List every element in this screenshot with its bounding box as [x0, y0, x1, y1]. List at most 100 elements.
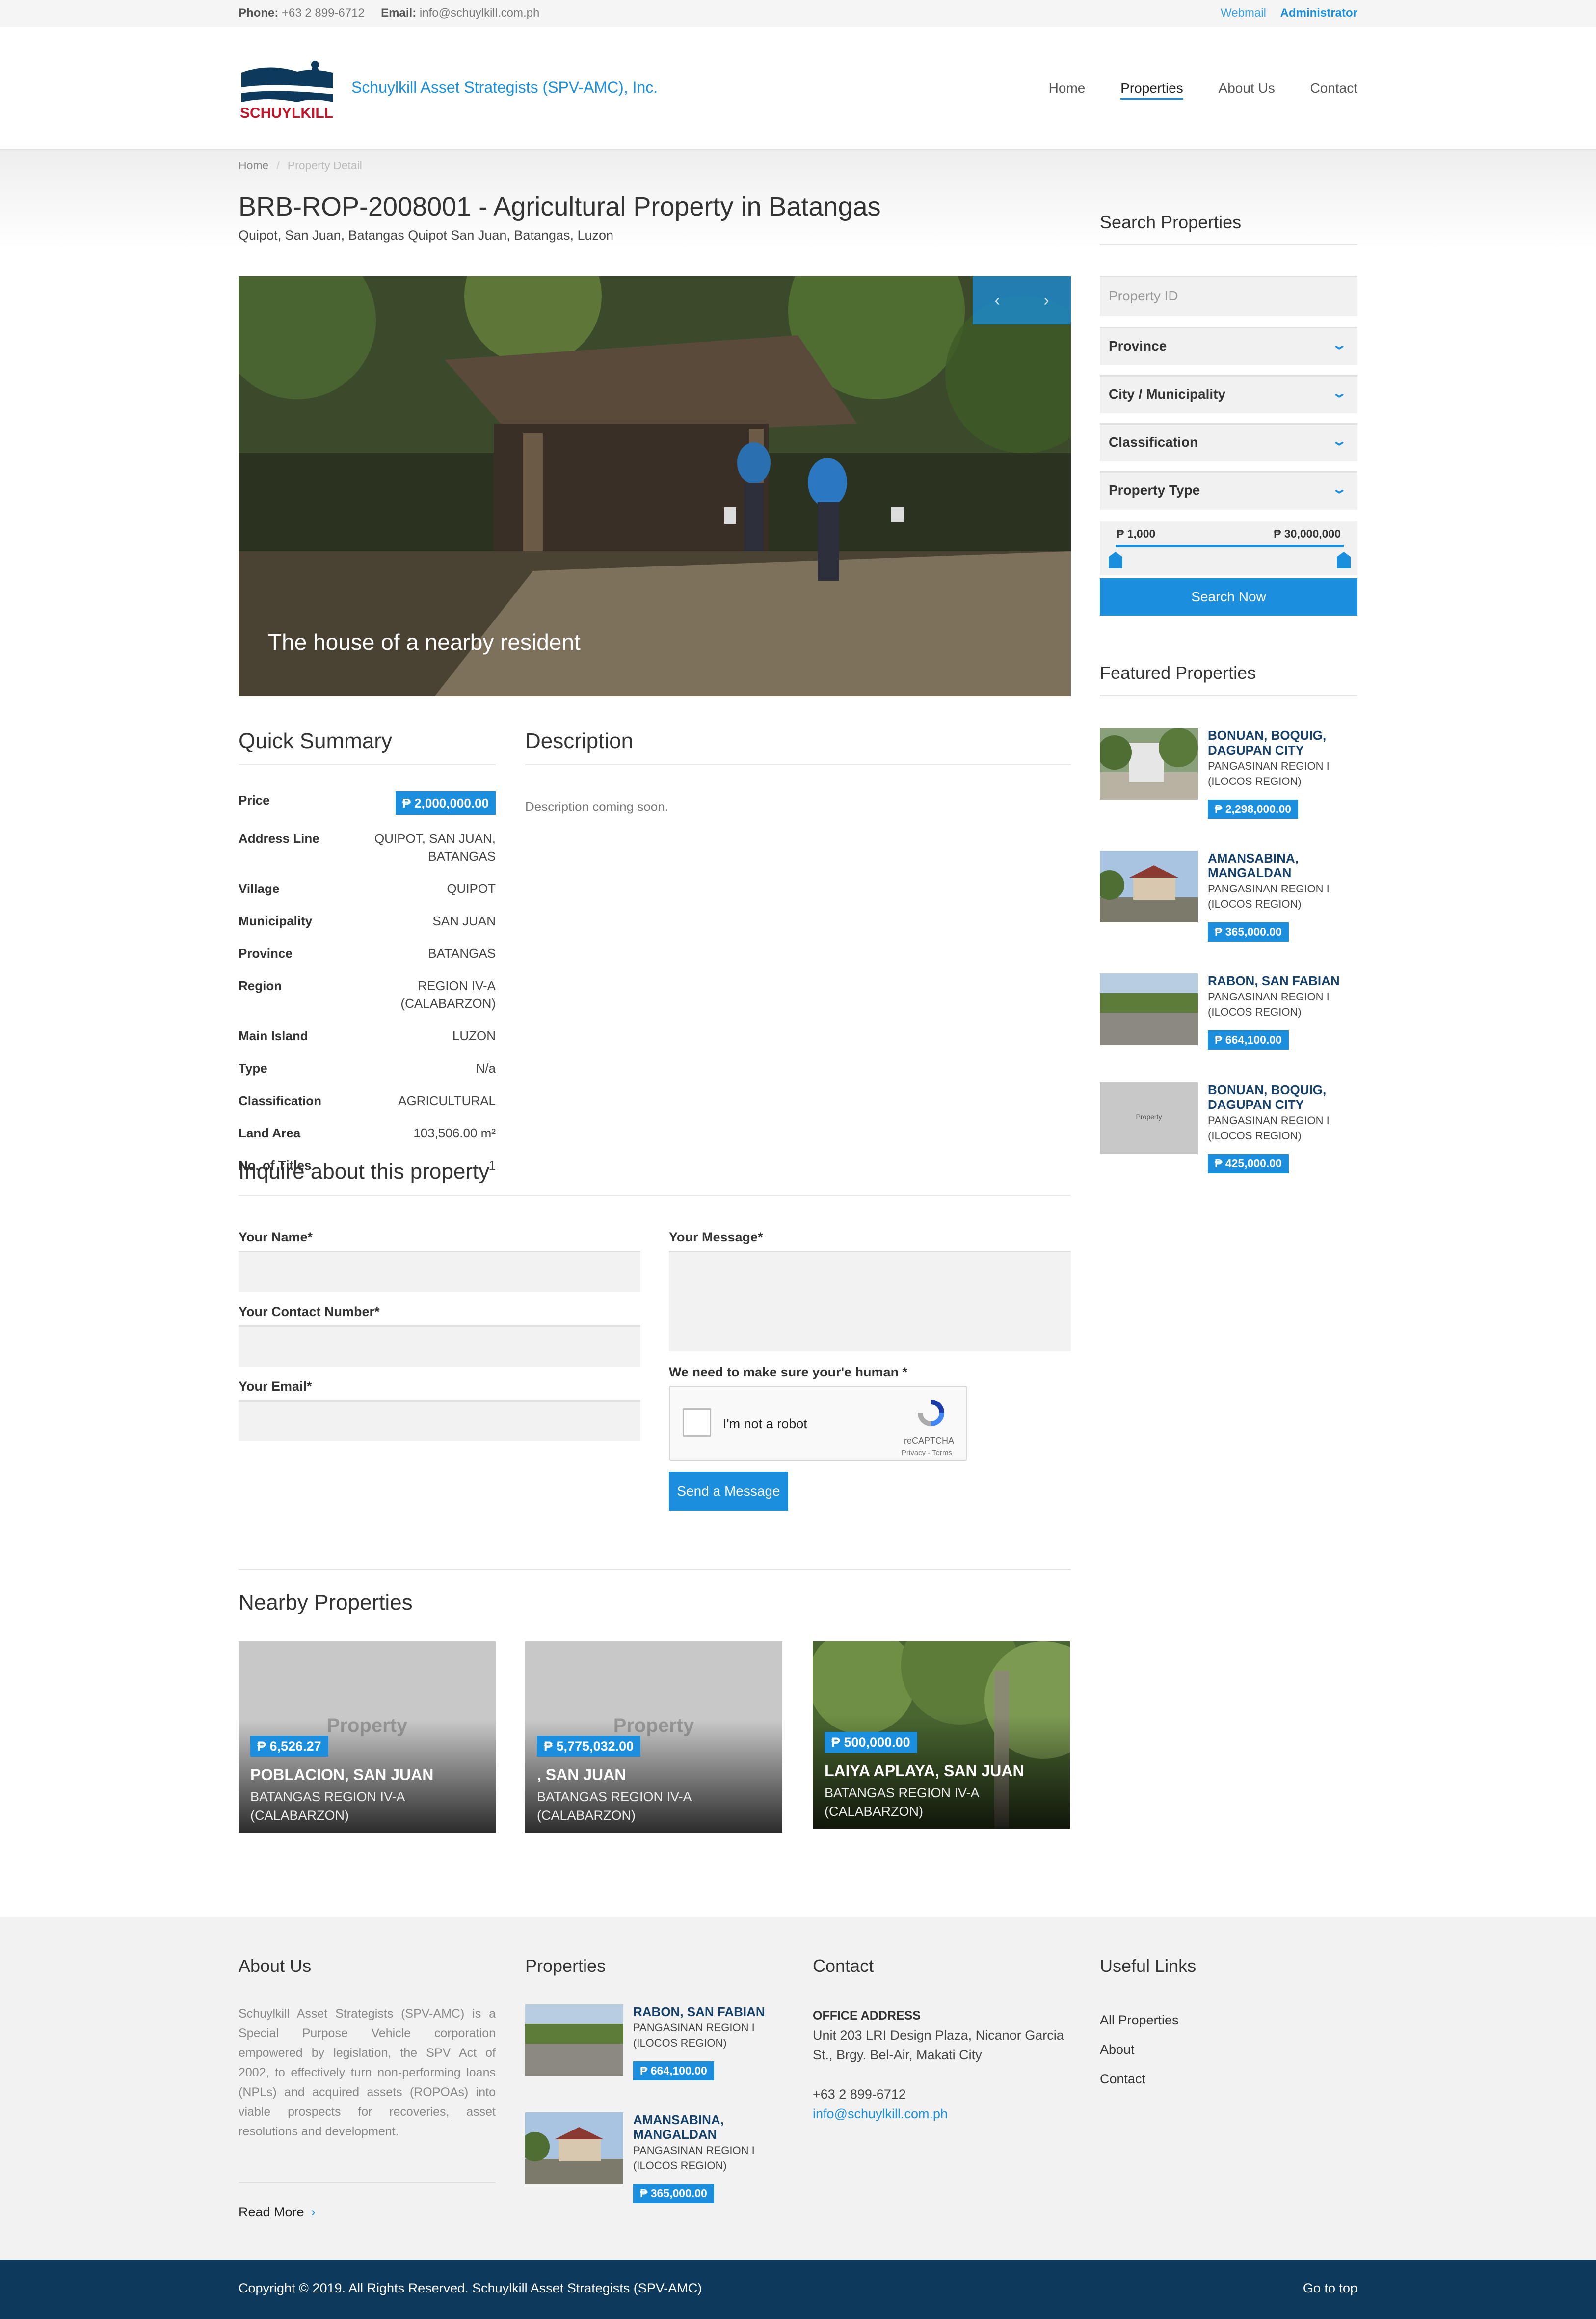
chevron-down-icon: ⌄ [1331, 482, 1348, 496]
brand-name[interactable]: Schuylkill Asset Strategists (SPV-AMC), … [351, 79, 658, 97]
footer-property-thumbnail [525, 2112, 623, 2184]
recaptcha-label: I'm not a robot [723, 1416, 807, 1431]
property-type-select[interactable]: Property Type ⌄ [1100, 471, 1357, 510]
featured-region-line1: PANGASINAN REGION I [1208, 1114, 1330, 1127]
featured-item[interactable]: Property BONUAN, BOQUIG, DAGUPAN CITY PAN… [1100, 1082, 1357, 1181]
featured-name-line2: MANGALDAN [1208, 865, 1292, 880]
city-select[interactable]: City / Municipality ⌄ [1100, 375, 1357, 413]
property-photo-slider[interactable]: ‹ › The house of a nearby resident [239, 276, 1071, 696]
nearby-divider [239, 1569, 1071, 1570]
schuylkill-logo[interactable]: SCHUYLKILL [239, 58, 335, 123]
webmail-link[interactable]: Webmail [1221, 6, 1266, 20]
email-label: Your Email* [239, 1379, 312, 1394]
breadcrumb: Home / Property Detail [239, 159, 362, 172]
useful-links: All Properties About Contact [1100, 2005, 1179, 2094]
email-label: Email: [381, 6, 417, 20]
email-text: info@schuylkill.com.ph [419, 6, 540, 20]
price-badge: ₱ 6,526.27 [250, 1736, 328, 1757]
quick-summary: Price ₱ 2,000,000.00 Address Line QUIPOT,… [239, 791, 496, 1189]
contact-number-input[interactable] [239, 1325, 640, 1367]
summary-row: Type N/a [239, 1059, 496, 1077]
nav-properties[interactable]: Properties [1120, 81, 1183, 100]
nav-about-us[interactable]: About Us [1219, 81, 1275, 96]
footer-property-name: RABON, SAN FABIAN [633, 2004, 765, 2019]
footer-email-link[interactable]: info@schuylkill.com.ph [813, 2106, 948, 2121]
recaptcha-checkbox[interactable] [683, 1408, 711, 1437]
max-price-handle[interactable] [1337, 552, 1351, 568]
featured-region-line2: (ILOCOS REGION) [1208, 1006, 1302, 1018]
footer-phone: +63 2 899-6712 [813, 2087, 906, 2102]
link-about[interactable]: About [1100, 2035, 1179, 2064]
link-contact[interactable]: Contact [1100, 2064, 1179, 2094]
footer-links-title: Useful Links [1100, 1956, 1197, 1976]
site-header: SCHUYLKILL Schuylkill Asset Strategists … [0, 27, 1596, 150]
nearby-card[interactable]: Property ₱ 5,775,032.00 , SAN JUAN BATAN… [525, 1641, 782, 1833]
nearby-region: BATANGAS REGION IV-A [537, 1789, 692, 1804]
price-badge: ₱ 664,100.00 [1208, 1030, 1289, 1050]
read-more-link[interactable]: Read More › [239, 2182, 496, 2220]
featured-item[interactable]: AMANSABINA, MANGALDAN PANGASINAN REGION I… [1100, 851, 1357, 949]
address-line-1: Unit 203 LRI Design Plaza, Nicanor Garci… [813, 2028, 1064, 2043]
featured-thumbnail-placeholder: Property [1100, 1082, 1198, 1154]
price-range-slider: ₱ 1,000 ₱ 30,000,000 [1100, 521, 1357, 575]
min-price-handle[interactable] [1109, 552, 1122, 568]
footer-region-line2: (ILOCOS REGION) [633, 2037, 727, 2049]
nearby-card[interactable]: ₱ 500,000.00 LAIYA APLAYA, SAN JUAN BATA… [813, 1641, 1070, 1829]
featured-thumbnail [1100, 851, 1198, 922]
slider-next-icon[interactable]: › [1043, 291, 1049, 310]
chevron-down-icon: ⌄ [1331, 433, 1348, 448]
slider-prev-icon[interactable]: ‹ [994, 291, 1000, 310]
featured-thumbnail [1100, 973, 1198, 1045]
footer-property-item[interactable]: RABON, SAN FABIAN PANGASINAN REGION I (IL… [525, 2004, 782, 2103]
summary-key: Classification [239, 1093, 322, 1108]
email-input[interactable] [239, 1400, 640, 1441]
featured-region: PANGASINAN REGION I (ILOCOS REGION) [1208, 758, 1330, 789]
property-id-input[interactable]: Property ID [1100, 276, 1357, 316]
footer-region-line1: PANGASINAN REGION I [633, 2144, 755, 2157]
search-properties-title: Search Properties [1100, 212, 1357, 245]
nearby-region-2: (CALABARZON) [537, 1808, 636, 1823]
featured-item[interactable]: BONUAN, BOQUIG, DAGUPAN CITY PANGASINAN R… [1100, 728, 1357, 826]
nearby-card[interactable]: Property ₱ 6,526.27 POBLACION, SAN JUAN … [239, 1641, 496, 1833]
message-textarea[interactable] [669, 1251, 1071, 1351]
featured-region-line2: (ILOCOS REGION) [1208, 898, 1302, 910]
max-price-label: ₱ 30,000,000 [1274, 527, 1341, 540]
footer-name-line2: MANGALDAN [633, 2127, 717, 2142]
description-title: Description [525, 729, 1071, 765]
summary-row: Municipality SAN JUAN [239, 912, 496, 930]
province-select[interactable]: Province ⌄ [1100, 327, 1357, 365]
summary-key: Address Line [239, 831, 319, 846]
search-now-button[interactable]: Search Now [1100, 578, 1357, 616]
nav-home[interactable]: Home [1049, 81, 1086, 96]
topbar-contact: Phone: +63 2 899-6712 Email: info@schuyl… [239, 6, 539, 20]
recaptcha-links[interactable]: Privacy - Terms [902, 1449, 952, 1457]
classification-select-label: Classification [1109, 434, 1198, 450]
summary-row: Address Line QUIPOT, SAN JUAN, BATANGAS [239, 830, 496, 865]
phone-label: Phone: [239, 6, 279, 20]
name-input[interactable] [239, 1251, 640, 1292]
featured-region: PANGASINAN REGION I (ILOCOS REGION) [1208, 1113, 1330, 1143]
summary-key: Region [239, 978, 282, 993]
summary-key: Province [239, 946, 293, 961]
nav-contact[interactable]: Contact [1310, 81, 1358, 96]
footer-property-item[interactable]: AMANSABINA, MANGALDAN PANGASINAN REGION I… [525, 2112, 782, 2211]
summary-key: Type [239, 1061, 267, 1076]
administrator-link[interactable]: Administrator [1280, 6, 1357, 20]
summary-key: Municipality [239, 914, 313, 928]
link-all-properties[interactable]: All Properties [1100, 2005, 1179, 2035]
go-to-top-link[interactable]: Go to top [1303, 2281, 1357, 2296]
featured-properties-title: Featured Properties [1100, 663, 1357, 696]
classification-select[interactable]: Classification ⌄ [1100, 423, 1357, 461]
featured-name-line1: BONUAN, BOQUIG, [1208, 1082, 1327, 1097]
summary-row: Province BATANGAS [239, 944, 496, 962]
featured-item[interactable]: RABON, SAN FABIAN PANGASINAN REGION I (IL… [1100, 973, 1357, 1072]
message-label: Your Message* [669, 1230, 763, 1244]
price-badge: ₱ 2,298,000.00 [1208, 800, 1299, 819]
send-message-button[interactable]: Send a Message [669, 1472, 788, 1511]
human-check-label: We need to make sure your'e human * [669, 1365, 908, 1379]
nearby-name: POBLACION, SAN JUAN [250, 1766, 434, 1783]
summary-row: Region REGION IV-A (CALABARZON) [239, 977, 496, 1012]
breadcrumb-home[interactable]: Home [239, 159, 268, 172]
city-select-label: City / Municipality [1109, 386, 1226, 402]
chevron-down-icon: ⌄ [1331, 337, 1348, 352]
